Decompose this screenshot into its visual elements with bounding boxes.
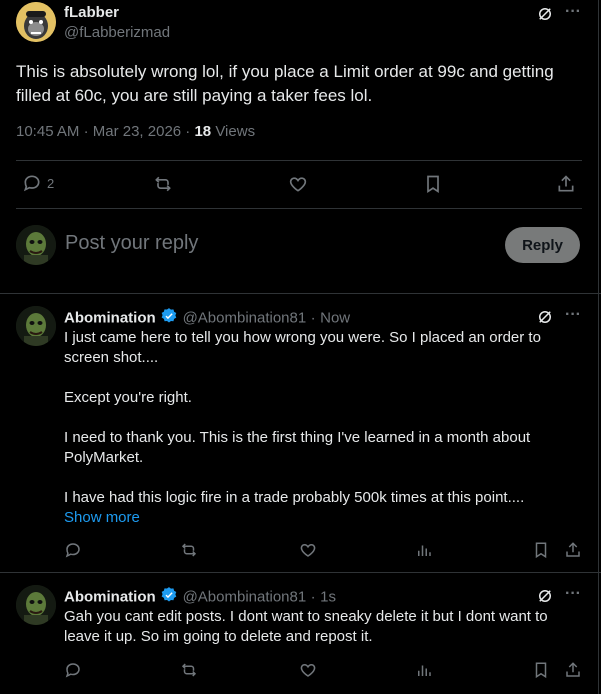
zombie-avatar-image [16,306,56,346]
analytics-button[interactable] [415,661,433,679]
divider [0,293,601,294]
reply-author-handle[interactable]: @Abombination81 [183,310,307,327]
divider [0,572,601,573]
reply-button[interactable]: 2 [22,173,54,193]
reply-button[interactable] [64,541,82,559]
reply-icon [64,661,82,679]
more-icon[interactable]: ··· [565,3,581,21]
meta-separator: · [310,309,316,327]
repost-icon [180,661,198,679]
bookmark-icon [423,174,443,194]
reply-count: 2 [47,175,55,191]
reply-time[interactable]: Now [320,310,350,327]
bookmark-icon [532,661,550,679]
repost-icon [153,174,173,194]
repost-button[interactable] [180,541,198,559]
share-button[interactable] [564,661,582,679]
reply-text: I just came here to tell you how wrong y… [64,329,541,506]
reply-author-name[interactable]: Abomination [64,310,156,327]
reply-header: Abomination @Abombination81 · Now [64,307,350,330]
more-icon[interactable]: ··· [565,306,581,324]
verified-badge-icon [160,586,178,609]
reply-button[interactable] [64,661,82,679]
share-icon [564,541,582,559]
reply-icon [64,541,82,559]
like-button[interactable] [299,661,317,679]
zombie-avatar-image [16,225,56,265]
repost-button[interactable] [153,174,173,194]
post-meta: 10:45 AM · Mar 23, 2026 · 18 Views [16,123,255,140]
bookmark-icon [532,541,550,559]
post-text: This is absolutely wrong lol, if you pla… [16,62,554,105]
author-avatar[interactable] [16,2,56,42]
share-button[interactable] [564,541,582,559]
analytics-icon [415,661,433,679]
reply-avatar[interactable] [16,585,56,625]
like-button[interactable] [288,174,308,194]
divider [16,160,582,161]
like-button[interactable] [299,541,317,559]
share-button[interactable] [556,174,576,194]
reply-icon [22,173,42,193]
author-handle[interactable]: @fLabberizmad [64,24,170,41]
grok-icon[interactable] [536,308,554,326]
reply-header: Abomination @Abombination81 · 1s [64,586,336,609]
verified-badge-icon [160,307,178,330]
analytics-button[interactable] [415,541,433,559]
reply-submit-button[interactable]: Reply [505,227,580,263]
share-icon [564,661,582,679]
views-label: Views [215,123,256,140]
reply-input[interactable]: Post your reply [65,232,198,255]
meta-separator: · [310,588,316,606]
post-time[interactable]: 10:45 AM [16,123,79,140]
views-count: 18 [194,123,212,140]
repost-button[interactable] [180,661,198,679]
grok-icon[interactable] [536,587,554,605]
meta-separator: · [83,123,89,140]
reply-avatar[interactable] [16,306,56,346]
column-border-right [598,0,599,694]
zombie-avatar-image [16,585,56,625]
like-icon [288,174,308,194]
reply-author-name[interactable]: Abomination [64,589,156,606]
like-icon [299,541,317,559]
repost-icon [180,541,198,559]
gorilla-avatar-image [16,2,56,42]
bookmark-button[interactable] [532,541,550,559]
bookmark-button[interactable] [532,661,550,679]
reply-text: Gah you cant edit posts. I dont want to … [64,608,548,645]
share-icon [556,174,576,194]
like-icon [299,661,317,679]
author-name[interactable]: fLabber [64,4,119,21]
grok-icon[interactable] [536,5,554,23]
divider [16,208,582,209]
reply-time[interactable]: 1s [320,589,336,606]
current-user-avatar[interactable] [16,225,56,265]
analytics-icon [415,541,433,559]
more-icon[interactable]: ··· [565,585,581,603]
reply-author-handle[interactable]: @Abombination81 [183,589,307,606]
bookmark-button[interactable] [423,174,443,194]
post-date[interactable]: Mar 23, 2026 [93,123,181,140]
show-more-link[interactable]: Show more [64,509,140,526]
meta-separator: · [185,123,191,140]
